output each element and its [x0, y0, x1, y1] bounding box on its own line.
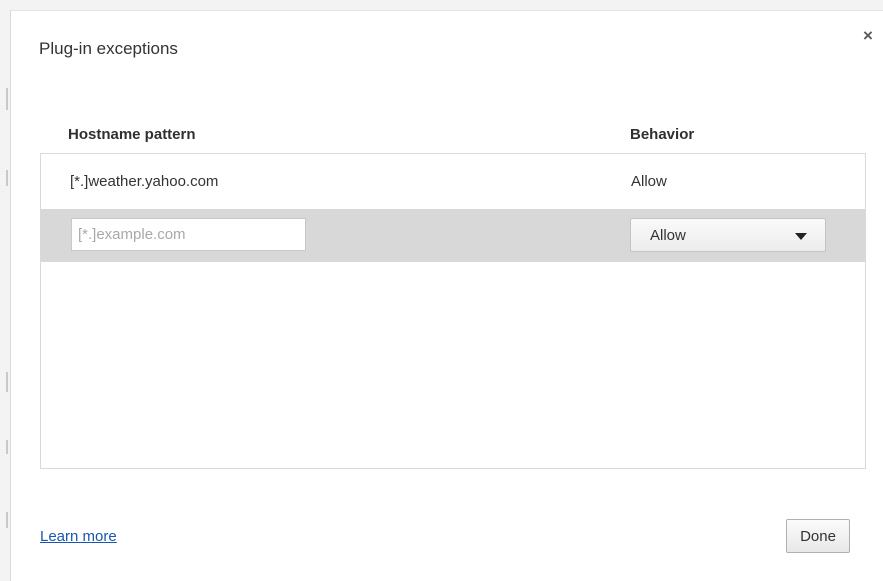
hostname-pattern-cell: [*.]weather.yahoo.com	[70, 173, 219, 190]
background-edge-mark	[6, 372, 8, 392]
dialog-title: Plug-in exceptions	[39, 39, 178, 58]
background-edge-mark	[6, 170, 8, 186]
background-edge-mark	[6, 440, 8, 454]
behavior-select-value: Allow	[650, 227, 686, 244]
background-edge-mark	[6, 512, 8, 528]
plugin-exceptions-dialog: Plug-in exceptions × Hostname pattern Be…	[10, 10, 883, 581]
column-header-behavior: Behavior	[630, 126, 695, 143]
behavior-select[interactable]: Allow	[630, 218, 826, 252]
background-edge-mark	[6, 88, 8, 110]
dropdown-arrow-icon	[795, 233, 807, 240]
new-exception-row[interactable]: Allow	[41, 209, 865, 262]
close-icon[interactable]: ×	[859, 27, 877, 45]
table-row[interactable]: [*.]weather.yahoo.com Allow	[41, 156, 865, 209]
hostname-pattern-input[interactable]	[71, 218, 306, 251]
done-button[interactable]: Done	[786, 519, 850, 553]
behavior-cell: Allow	[631, 173, 667, 190]
learn-more-link[interactable]: Learn more	[40, 528, 117, 545]
exceptions-list: [*.]weather.yahoo.com Allow Allow	[40, 153, 866, 469]
column-header-hostname: Hostname pattern	[68, 126, 196, 143]
